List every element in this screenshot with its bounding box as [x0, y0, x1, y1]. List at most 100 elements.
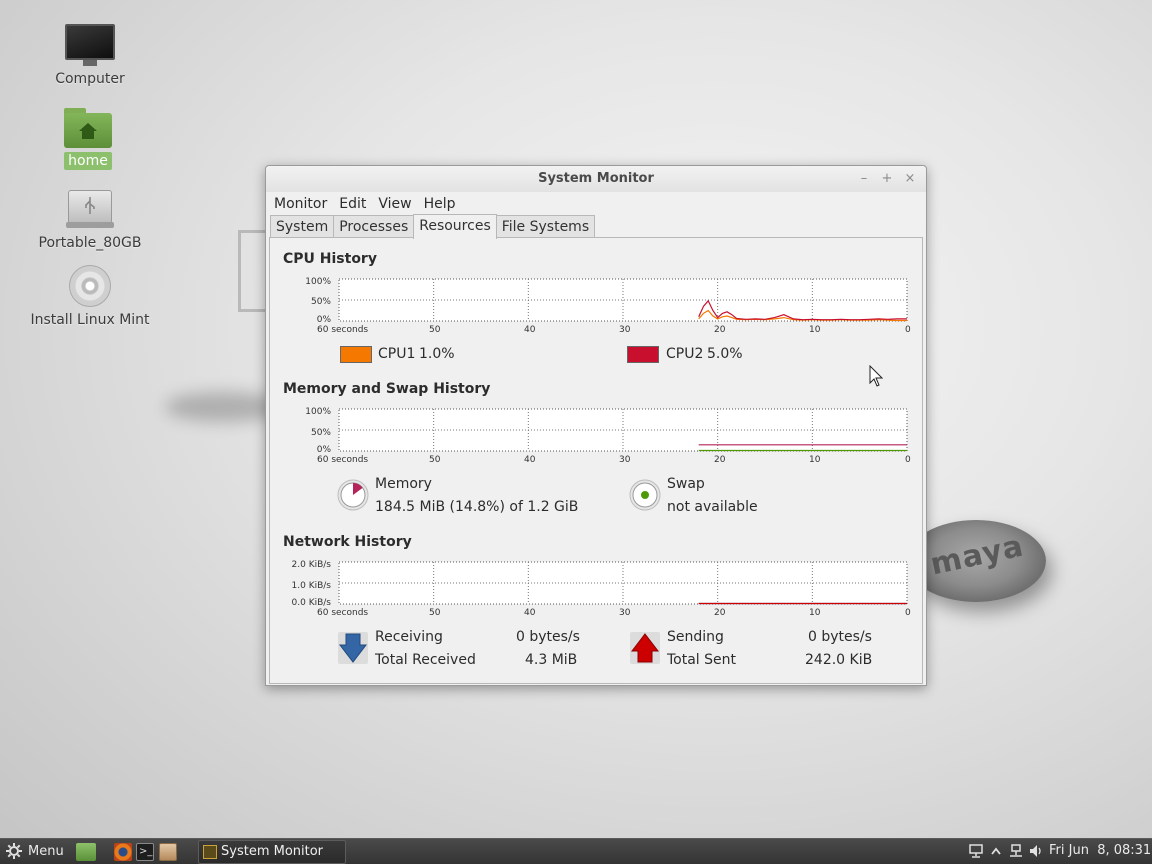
network-y-tick: 2.0 KiB/s — [291, 560, 331, 570]
minimize-button[interactable]: – — [856, 171, 872, 187]
firefox-icon[interactable] — [114, 843, 132, 861]
network-tray-icon[interactable] — [968, 843, 984, 859]
window-title: System Monitor — [538, 171, 654, 186]
terminal-icon[interactable]: >_ — [136, 843, 154, 861]
receiving-value: 0 bytes/s — [516, 629, 580, 645]
total-sent-value: 242.0 KiB — [805, 652, 873, 668]
cpu-y-tick: 50% — [310, 297, 331, 307]
mouse-cursor-icon — [869, 365, 883, 387]
total-sent-label: Total Sent — [667, 652, 737, 668]
network-connection-icon[interactable] — [1008, 843, 1024, 859]
network-x-tick: 0 — [905, 608, 911, 618]
close-button[interactable]: × — [902, 171, 918, 187]
network-y-tick: 1.0 KiB/s — [291, 581, 331, 591]
memory-x-tick: 30 — [619, 455, 631, 465]
cpu-x-tick: 60 seconds — [317, 325, 369, 335]
tab-processes[interactable]: Processes — [333, 215, 415, 238]
network-history-title: Network History — [283, 534, 412, 550]
memory-pie-icon[interactable] — [337, 479, 369, 511]
network-x-tick: 50 — [429, 608, 441, 618]
desktop-icon-label: Install Linux Mint — [30, 312, 150, 328]
tab-file-systems[interactable]: File Systems — [495, 215, 596, 238]
desktop-icon-label: home — [64, 152, 112, 170]
swap-pie-icon[interactable] — [629, 479, 661, 511]
cpu-x-tick: 10 — [809, 325, 821, 335]
disc-icon — [69, 265, 111, 307]
cpu-history-title: CPU History — [283, 251, 377, 267]
cpu2-value: 5.0% — [707, 346, 743, 362]
network-history-graph — [338, 561, 908, 605]
cpu1-color-button[interactable] — [340, 346, 372, 363]
menubar: Monitor Edit View Help — [266, 192, 926, 216]
system-monitor-icon — [203, 845, 217, 859]
memory-y-tick: 100% — [305, 407, 331, 417]
memory-y-tick: 0% — [316, 445, 331, 455]
cpu1-value: 1.0% — [419, 346, 455, 362]
menu-view[interactable]: View — [372, 196, 417, 212]
taskbar-task-label: System Monitor — [221, 844, 324, 859]
network-y-tick: 0.0 KiB/s — [291, 598, 331, 608]
network-x-tick: 40 — [524, 608, 536, 618]
network-x-tick: 20 — [714, 608, 726, 618]
menu-help[interactable]: Help — [418, 196, 462, 212]
swap-label: Swap — [667, 476, 705, 492]
memory-x-tick: 50 — [429, 455, 441, 465]
usb-drive-icon — [66, 190, 114, 230]
tab-bar: System Processes Resources File Systems — [270, 214, 596, 239]
memory-y-tick: 50% — [310, 428, 331, 438]
cpu1-label: CPU1 — [378, 346, 416, 362]
total-received-value: 4.3 MiB — [525, 652, 578, 668]
memory-history-title: Memory and Swap History — [283, 381, 491, 397]
volume-icon[interactable] — [1028, 843, 1044, 859]
network-x-tick: 10 — [809, 608, 821, 618]
menu-edit[interactable]: Edit — [333, 196, 372, 212]
chevron-up-icon[interactable] — [990, 843, 1002, 859]
receiving-label: Receiving — [375, 629, 443, 645]
desktop-icon-install-linux-mint[interactable]: Install Linux Mint — [30, 265, 150, 329]
desktop-icon-portable-drive[interactable]: Portable_80GB — [30, 190, 150, 252]
receiving-arrow-icon[interactable] — [337, 631, 369, 665]
cpu-y-tick: 0% — [316, 315, 331, 325]
menu-button[interactable]: Menu — [6, 843, 64, 859]
memory-x-tick: 10 — [809, 455, 821, 465]
memory-label: Memory — [375, 476, 432, 492]
gear-icon — [6, 843, 22, 859]
network-x-tick: 30 — [619, 608, 631, 618]
maximize-button[interactable]: + — [879, 171, 895, 187]
taskbar-task-system-monitor[interactable]: System Monitor — [198, 840, 346, 864]
tab-resources[interactable]: Resources — [413, 214, 497, 239]
swap-value: not available — [667, 499, 758, 515]
sending-arrow-icon[interactable] — [629, 631, 661, 665]
sending-label: Sending — [667, 629, 724, 645]
cpu2-color-button[interactable] — [627, 346, 659, 363]
cpu-history-graph — [338, 278, 908, 322]
system-monitor-window: System Monitor – + × Monitor Edit View H… — [265, 165, 927, 686]
window-titlebar[interactable]: System Monitor – + × — [266, 166, 926, 192]
menu-monitor[interactable]: Monitor — [268, 196, 333, 212]
clock[interactable]: Fri Jun 8, 08:31 — [1049, 843, 1151, 858]
cpu-x-tick: 40 — [524, 325, 536, 335]
memory-x-tick: 60 seconds — [317, 455, 369, 465]
desktop-icon-computer[interactable]: Computer — [30, 24, 150, 88]
taskbar: Menu >_ System Monitor Fri Jun 8, 08:31 — [0, 838, 1152, 864]
home-folder-icon — [64, 108, 112, 148]
memory-x-tick: 0 — [905, 455, 911, 465]
total-received-label: Total Received — [375, 652, 476, 668]
show-desktop-icon[interactable] — [76, 843, 96, 861]
cpu-x-tick: 30 — [619, 325, 631, 335]
memory-x-tick: 40 — [524, 455, 536, 465]
tab-system[interactable]: System — [270, 215, 335, 238]
desktop-icon-home[interactable]: home — [28, 108, 148, 170]
network-x-tick: 60 seconds — [317, 608, 369, 618]
sending-value: 0 bytes/s — [808, 629, 872, 645]
cpu2-label: CPU2 — [666, 346, 704, 362]
file-manager-icon[interactable] — [159, 843, 177, 861]
cpu-x-tick: 0 — [905, 325, 911, 335]
desktop-icon-label: Computer — [55, 71, 125, 87]
cpu-x-tick: 50 — [429, 325, 441, 335]
desktop-icon-label: Portable_80GB — [38, 235, 142, 251]
cpu-x-tick: 20 — [714, 325, 726, 335]
memory-value: 184.5 MiB (14.8%) of 1.2 GiB — [375, 499, 579, 515]
computer-icon — [65, 24, 115, 66]
memory-x-tick: 20 — [714, 455, 726, 465]
